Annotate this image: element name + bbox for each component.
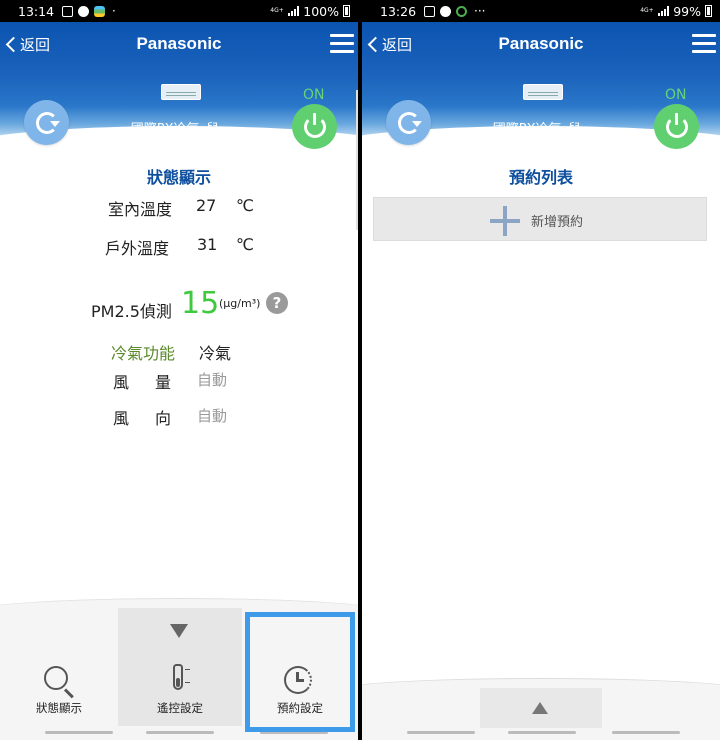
clock-time: 13:26 bbox=[380, 3, 417, 19]
plus-icon bbox=[490, 206, 520, 236]
expand-arrow-icon bbox=[532, 702, 548, 714]
hamburger-menu-icon[interactable] bbox=[692, 34, 716, 54]
battery-percent: 99% bbox=[673, 3, 701, 19]
search-icon bbox=[44, 666, 68, 690]
fan-direction-value: 自動 bbox=[197, 407, 228, 425]
gallery-icon bbox=[62, 5, 74, 17]
add-schedule-button[interactable]: 新增預約 bbox=[373, 197, 707, 241]
mode-label: 冷氣功能 bbox=[111, 344, 176, 363]
mode-value: 冷氣 bbox=[199, 344, 232, 363]
outdoor-temp-unit: ℃ bbox=[236, 235, 254, 254]
screen-schedule: 13:26 ··· 4G+ 99% 返回 Panasonic 國際PX冷氣_兒.… bbox=[362, 0, 720, 740]
screen-status: 13:14 · 4G+ 100% 返回 Panasonic 國際PX冷氣_兒..… bbox=[0, 0, 358, 740]
indoor-temp-label: 室內溫度 bbox=[108, 200, 173, 219]
status-bar: 13:14 · 4G+ 100% bbox=[0, 0, 358, 22]
page-title: 預約列表 bbox=[508, 168, 573, 187]
divider bbox=[356, 90, 358, 230]
collapsed-tab-bar bbox=[362, 678, 720, 740]
refresh-icon bbox=[35, 111, 60, 134]
outdoor-temp-value: 31 bbox=[197, 235, 218, 254]
help-icon[interactable]: ? bbox=[266, 292, 288, 314]
indoor-temp-value: 27 bbox=[196, 196, 217, 215]
battery-icon bbox=[343, 5, 350, 17]
pm25-unit: (μg/m³) bbox=[219, 297, 261, 310]
brand-logo: Panasonic bbox=[136, 34, 222, 53]
gallery-icon bbox=[424, 5, 436, 17]
battery-icon bbox=[705, 5, 712, 17]
nav-hint bbox=[146, 731, 214, 734]
battery-percent: 100% bbox=[303, 3, 339, 19]
fan-speed-label-b: 量 bbox=[155, 373, 172, 392]
refresh-button[interactable] bbox=[386, 100, 431, 145]
facebook-icon bbox=[440, 5, 452, 17]
selection-highlight bbox=[245, 612, 355, 732]
pm25-label: PM2.5偵測 bbox=[91, 302, 172, 321]
add-schedule-label: 新增預約 bbox=[531, 215, 584, 230]
pm25-value: 15 bbox=[181, 286, 220, 321]
air-conditioner-icon bbox=[161, 84, 201, 100]
nav-hint bbox=[45, 731, 113, 734]
brand-logo: Panasonic bbox=[498, 34, 584, 53]
hamburger-menu-icon[interactable] bbox=[330, 34, 354, 54]
power-button[interactable] bbox=[292, 104, 337, 149]
refresh-button[interactable] bbox=[24, 100, 69, 145]
tab-remote-settings[interactable]: 遙控設定 bbox=[118, 608, 242, 726]
outdoor-temp-label: 戶外溫度 bbox=[105, 239, 170, 258]
status-bar: 13:26 ··· 4G+ 99% bbox=[362, 0, 720, 22]
nav-hint bbox=[407, 731, 475, 734]
power-icon bbox=[303, 112, 326, 138]
expand-tab-button[interactable] bbox=[480, 688, 602, 728]
signal-icon bbox=[658, 6, 670, 16]
power-state-label: ON bbox=[665, 87, 687, 103]
indoor-temp-unit: ℃ bbox=[236, 196, 254, 215]
tab-remote-label: 遙控設定 bbox=[157, 701, 203, 715]
refresh-icon bbox=[397, 111, 422, 134]
air-conditioner-icon bbox=[523, 84, 563, 100]
fan-direction-label-a: 風 bbox=[113, 409, 130, 428]
tab-status-label: 狀態顯示 bbox=[36, 701, 82, 715]
more-notifications-icon: ··· bbox=[474, 4, 486, 18]
facebook-icon bbox=[78, 5, 90, 17]
fan-speed-value: 自動 bbox=[197, 371, 228, 389]
nav-hint bbox=[612, 731, 680, 734]
app-notification-icon bbox=[94, 5, 106, 17]
tab-status[interactable]: 狀態顯示 bbox=[0, 608, 118, 726]
power-state-label: ON bbox=[303, 87, 325, 103]
clock-time: 13:14 bbox=[18, 3, 55, 19]
power-icon bbox=[665, 112, 688, 138]
network-type: 4G+ bbox=[640, 7, 654, 14]
network-type: 4G+ bbox=[270, 7, 284, 14]
nav-hint bbox=[508, 731, 576, 734]
fan-speed-label-a: 風 bbox=[113, 373, 130, 392]
thermometer-icon bbox=[173, 664, 190, 690]
more-notifications-icon: · bbox=[112, 4, 116, 18]
page-title: 狀態顯示 bbox=[146, 168, 211, 187]
signal-icon bbox=[288, 6, 300, 16]
app-notification-icon bbox=[456, 5, 468, 17]
collapse-arrow-icon[interactable] bbox=[170, 624, 188, 638]
fan-direction-label-b: 向 bbox=[155, 409, 172, 428]
power-button[interactable] bbox=[654, 104, 699, 149]
